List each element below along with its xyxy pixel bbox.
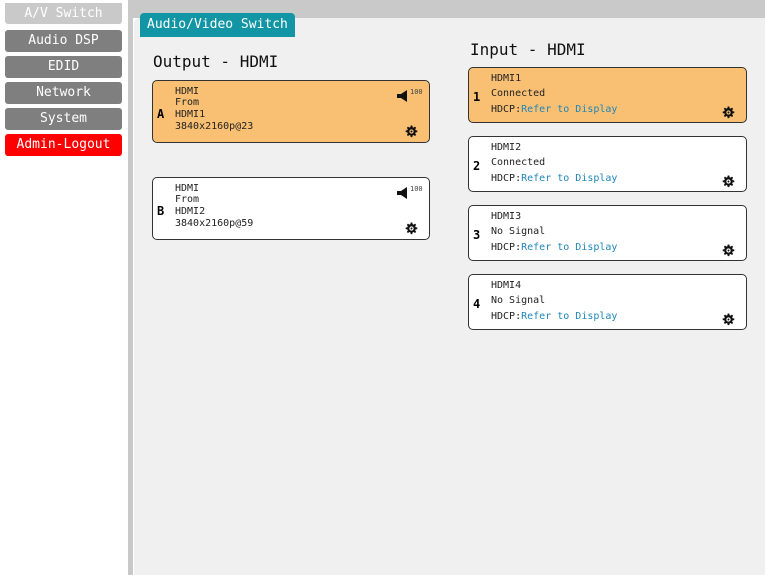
input-name: HDMI1 — [491, 73, 522, 84]
output-resolution: 3840x2160p@59 — [175, 218, 254, 229]
output-resolution: 3840x2160p@23 — [175, 121, 254, 132]
gear-icon[interactable] — [722, 104, 735, 119]
output-card-a[interactable]: A HDMI From HDMI1 3840x2160p@23 100 — [152, 80, 430, 143]
input-name: HDMI3 — [491, 211, 522, 222]
output-card-b[interactable]: B HDMI From HDMI2 3840x2160p@59 100 — [152, 177, 430, 240]
hdcp-value[interactable]: Refer to Display — [521, 173, 617, 184]
input-status: Connected — [491, 88, 546, 99]
hdcp-value[interactable]: Refer to Display — [521, 311, 617, 322]
input-hdcp: HDCP:Refer to Display — [491, 242, 617, 253]
input-status: No Signal — [491, 295, 546, 306]
input-number: 4 — [473, 297, 481, 311]
sidebar: A/V Switch Audio DSP EDID Network System… — [0, 0, 128, 575]
input-number: 3 — [473, 228, 481, 242]
gear-icon[interactable] — [405, 123, 418, 138]
hdcp-value[interactable]: Refer to Display — [521, 242, 617, 253]
input-card-1[interactable]: 1 HDMI1 Connected HDCP:Refer to Display — [468, 67, 747, 123]
sidebar-item-system[interactable]: System — [5, 108, 122, 130]
hdcp-label: HDCP: — [491, 311, 522, 322]
input-hdcp: HDCP:Refer to Display — [491, 104, 617, 115]
input-status: No Signal — [491, 226, 546, 237]
output-type: HDMI — [175, 183, 200, 194]
sidebar-item-audio-dsp[interactable]: Audio DSP — [5, 30, 122, 52]
output-section-title: Output - HDMI — [153, 52, 279, 71]
input-card-4[interactable]: 4 HDMI4 No Signal HDCP:Refer to Display — [468, 274, 747, 330]
sidebar-item-edid[interactable]: EDID — [5, 56, 122, 78]
input-number: 2 — [473, 159, 481, 173]
gear-icon[interactable] — [722, 242, 735, 257]
sidebar-item-av-switch[interactable]: A/V Switch — [5, 3, 122, 24]
input-card-3[interactable]: 3 HDMI3 No Signal HDCP:Refer to Display — [468, 205, 747, 261]
output-from-label: From — [175, 97, 200, 108]
gear-icon[interactable] — [722, 173, 735, 188]
input-section-title: Input - HDMI — [470, 40, 586, 59]
input-card-2[interactable]: 2 HDMI2 Connected HDCP:Refer to Display — [468, 136, 747, 192]
input-hdcp: HDCP:Refer to Display — [491, 173, 617, 184]
input-number: 1 — [473, 90, 481, 104]
output-from-label: From — [175, 194, 200, 205]
output-letter: A — [157, 107, 165, 121]
gear-icon[interactable] — [722, 311, 735, 326]
sidebar-item-network[interactable]: Network — [5, 82, 122, 104]
tab-audio-video-switch[interactable]: Audio/Video Switch — [140, 13, 295, 37]
output-type: HDMI — [175, 86, 200, 97]
speaker-icon[interactable]: 100 — [397, 87, 427, 102]
hdcp-label: HDCP: — [491, 173, 522, 184]
input-name: HDMI4 — [491, 280, 522, 291]
output-source: HDMI2 — [175, 206, 206, 217]
gear-icon[interactable] — [405, 220, 418, 235]
input-hdcp: HDCP:Refer to Display — [491, 311, 617, 322]
hdcp-value[interactable]: Refer to Display — [521, 104, 617, 115]
speaker-icon[interactable]: 100 — [397, 184, 427, 199]
sidebar-item-admin-logout[interactable]: Admin-Logout — [5, 134, 122, 156]
volume-level: 100 — [410, 185, 423, 193]
output-letter: B — [157, 204, 165, 218]
input-name: HDMI2 — [491, 142, 522, 153]
input-status: Connected — [491, 157, 546, 168]
hdcp-label: HDCP: — [491, 242, 522, 253]
output-source: HDMI1 — [175, 109, 206, 120]
volume-level: 100 — [410, 88, 423, 96]
hdcp-label: HDCP: — [491, 104, 522, 115]
